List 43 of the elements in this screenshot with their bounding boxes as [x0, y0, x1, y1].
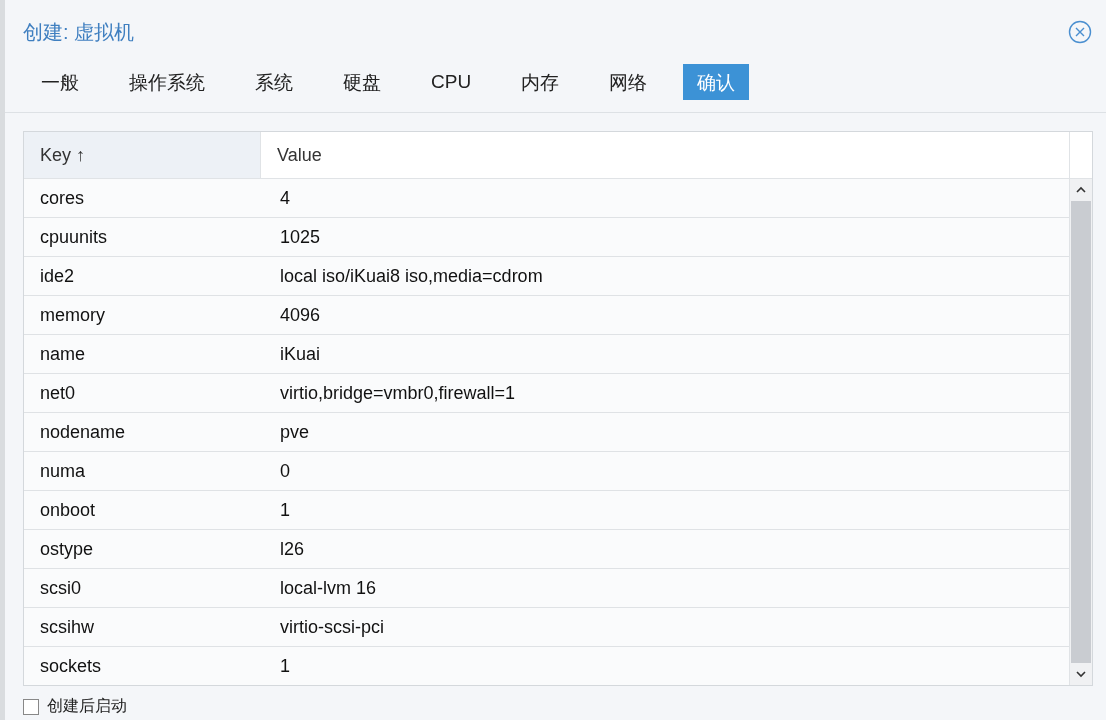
tab[interactable]: 操作系统	[115, 64, 219, 100]
table-cell-text: cpuunits	[39, 225, 109, 249]
table-cell-text: memory	[39, 303, 106, 327]
table-cell-text: 4096	[279, 303, 322, 327]
table-cell-text: 1025	[279, 225, 322, 249]
tab[interactable]: 网络	[595, 64, 662, 100]
table-cell-text: 1	[279, 654, 291, 678]
column-header[interactable]: Key ↑	[24, 132, 261, 178]
table-cell-text: numa	[39, 459, 87, 483]
close-icon[interactable]	[1068, 20, 1092, 44]
table-cell-text: name	[39, 342, 87, 366]
tab[interactable]: CPU	[417, 64, 486, 100]
column-header[interactable]: Value	[261, 132, 1069, 178]
window-title: 创建: 虚拟机	[23, 19, 135, 45]
table-cell-text: scsihw	[39, 615, 95, 639]
table-cell-text: ide2	[39, 264, 76, 288]
table-cell-text: l26	[279, 537, 306, 561]
table-cell-text: nodename	[39, 420, 127, 444]
table-cell-text: 1	[279, 498, 291, 522]
tab[interactable]: 内存	[507, 64, 574, 100]
table-cell-text: iKuai	[279, 342, 322, 366]
tab[interactable]: 系统	[241, 64, 307, 100]
table-cell-text: pve	[279, 420, 311, 444]
table-cell-text: scsi0	[39, 576, 82, 600]
tab[interactable]: 硬盘	[329, 64, 395, 100]
table-cell-text: cores	[39, 186, 85, 210]
table-cell-text: ostype	[39, 537, 95, 561]
table-cell-text: virtio,bridge=vmbr0,firewall=1	[279, 381, 517, 405]
checkbox-label: 创建后启动	[47, 696, 127, 716]
checkbox[interactable]	[23, 698, 39, 715]
table-cell-text: net0	[39, 381, 77, 405]
table-cell-text: sockets	[39, 654, 103, 678]
table-cell-text: onboot	[39, 498, 97, 522]
scrollbar[interactable]	[1069, 179, 1092, 685]
scrollbar-thumb[interactable]	[1071, 201, 1091, 663]
scroll-up-icon[interactable]	[1075, 186, 1087, 194]
tab[interactable]: 一般	[27, 64, 93, 100]
scroll-down-icon[interactable]	[1075, 670, 1087, 678]
table-cell-text: local-lvm 16	[279, 576, 378, 600]
table-cell-text: 4	[279, 186, 291, 210]
table-cell-text: virtio-scsi-pci	[279, 615, 385, 639]
table-cell-text: 0	[279, 459, 291, 483]
table-cell-text: local iso/iKuai8 iso,media=cdrom	[279, 264, 544, 288]
